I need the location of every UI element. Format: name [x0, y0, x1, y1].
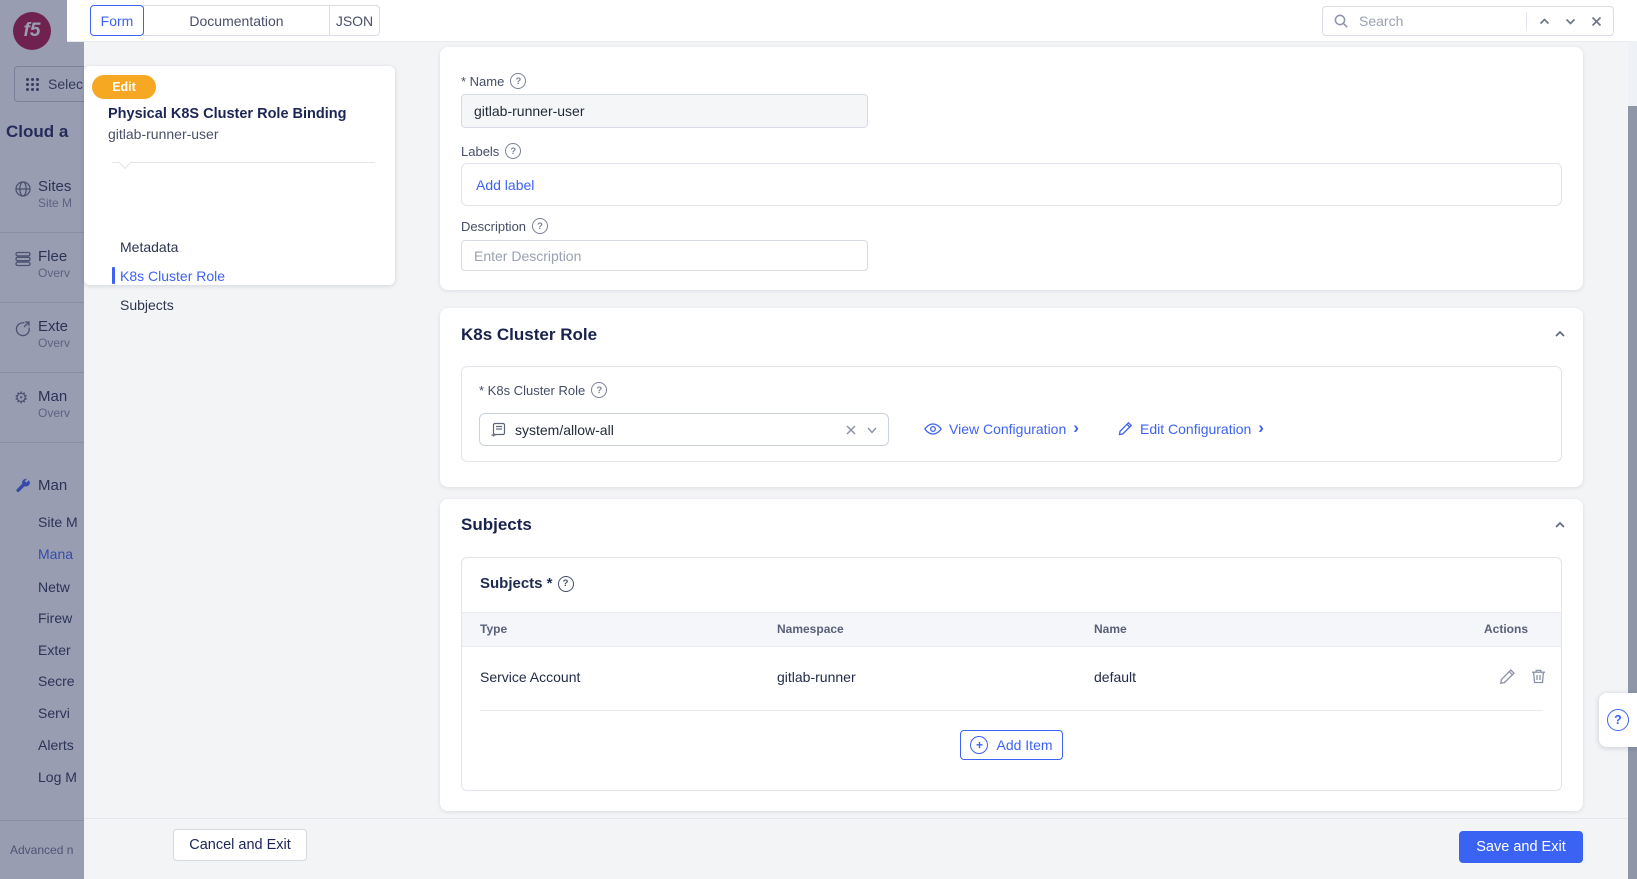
- chevron-down-icon[interactable]: [1561, 12, 1579, 30]
- chevron-down-icon[interactable]: [866, 424, 878, 436]
- labels-box: Add label: [461, 163, 1562, 206]
- pencil-icon: [1118, 421, 1133, 436]
- help-icon[interactable]: [510, 73, 527, 89]
- view-tabs: Form Documentation JSON: [90, 5, 380, 36]
- description-field-label: Description: [461, 218, 549, 234]
- edit-badge: Edit: [92, 75, 156, 99]
- clear-icon[interactable]: [845, 424, 857, 436]
- add-item-button[interactable]: Add Item: [960, 730, 1063, 760]
- cell-name: default: [1094, 669, 1137, 685]
- object-ref-icon: [491, 422, 506, 436]
- labels-field-label: Labels: [461, 143, 522, 159]
- tab-json[interactable]: JSON: [329, 5, 380, 36]
- view-configuration-label: View Configuration: [949, 420, 1067, 437]
- divider: [112, 162, 375, 163]
- stepper-item-metadata[interactable]: Metadata: [120, 239, 178, 255]
- stepper-item-subjects[interactable]: Subjects: [120, 297, 174, 313]
- close-icon[interactable]: [1587, 12, 1605, 30]
- row-divider: [480, 710, 1543, 711]
- footer-action-bar: [84, 818, 1628, 879]
- cluster-role-inner-box: * K8s Cluster Role system/allow-all View…: [461, 366, 1562, 462]
- app-root: f5 Selec Cloud a Sites Site M Flee Overv…: [0, 0, 1637, 879]
- help-icon[interactable]: [532, 218, 549, 234]
- eye-icon: [924, 422, 942, 435]
- help-icon[interactable]: [557, 575, 574, 592]
- find-bar: [1322, 6, 1614, 36]
- view-configuration-link[interactable]: View Configuration ›: [924, 418, 1079, 437]
- name-label-text: * Name: [461, 73, 505, 89]
- top-header: Form Documentation JSON: [67, 0, 1637, 42]
- edit-row-icon[interactable]: [1499, 668, 1516, 685]
- cluster-role-selected-value: system/allow-all: [515, 421, 614, 438]
- subjects-section-card: Subjects Subjects * Type Namespace Name …: [440, 499, 1583, 811]
- cluster-role-heading: K8s Cluster Role: [461, 325, 598, 344]
- col-name: Name: [1094, 622, 1127, 636]
- col-actions: Actions: [1484, 622, 1529, 636]
- add-label-link[interactable]: Add label: [476, 177, 534, 193]
- edit-configuration-link[interactable]: Edit Configuration ›: [1118, 418, 1264, 437]
- cluster-role-field-label: * K8s Cluster Role: [479, 382, 608, 398]
- col-type: Type: [480, 622, 508, 636]
- table-header-row: Type Namespace Name Actions: [462, 612, 1561, 647]
- collapse-chevron-icon[interactable]: [1553, 327, 1567, 341]
- name-field-label: * Name: [461, 73, 527, 89]
- chevron-right-icon: ›: [1258, 418, 1264, 437]
- table-row: Service Account gitlab-runner default: [462, 645, 1561, 710]
- cell-namespace: gitlab-runner: [777, 669, 856, 685]
- subjects-inner-card: Subjects * Type Namespace Name Actions S…: [461, 557, 1562, 791]
- cancel-button[interactable]: Cancel and Exit: [173, 829, 307, 861]
- help-icon[interactable]: [505, 143, 522, 159]
- metadata-section-card: * Name Labels Add label Description: [440, 47, 1583, 290]
- chevron-up-icon[interactable]: [1535, 12, 1553, 30]
- object-name-subtitle: gitlab-runner-user: [108, 126, 219, 142]
- collapse-chevron-icon[interactable]: [1553, 518, 1567, 532]
- col-namespace: Namespace: [777, 622, 844, 636]
- tab-form[interactable]: Form: [90, 5, 144, 36]
- object-type-title: Physical K8S Cluster Role Binding: [108, 106, 347, 122]
- edit-configuration-label: Edit Configuration: [1140, 420, 1252, 437]
- cluster-role-label-text: * K8s Cluster Role: [479, 382, 586, 398]
- stepper-item-cluster-role[interactable]: K8s Cluster Role: [120, 268, 225, 284]
- scrollbar-thumb[interactable]: [1628, 106, 1637, 879]
- labels-label-text: Labels: [461, 143, 500, 159]
- add-item-label: Add Item: [996, 737, 1053, 753]
- cluster-role-select[interactable]: system/allow-all: [479, 413, 889, 446]
- active-step-indicator: [112, 267, 115, 284]
- help-question-icon: ?: [1607, 709, 1629, 731]
- chevron-right-icon: ›: [1073, 418, 1079, 437]
- description-label-text: Description: [461, 218, 527, 234]
- subjects-list-label: Subjects *: [480, 575, 574, 592]
- search-icon: [1334, 14, 1348, 28]
- help-icon[interactable]: [591, 382, 608, 398]
- divider-caret: [117, 154, 133, 170]
- divider: [1526, 12, 1527, 30]
- help-widget[interactable]: ?: [1599, 693, 1637, 747]
- cell-type: Service Account: [480, 669, 581, 685]
- name-input[interactable]: [461, 94, 868, 128]
- subjects-heading: Subjects: [461, 515, 532, 534]
- search-input[interactable]: [1357, 12, 1518, 30]
- tab-documentation[interactable]: Documentation: [143, 5, 330, 36]
- cluster-role-section-card: K8s Cluster Role * K8s Cluster Role syst…: [440, 308, 1583, 487]
- plus-circle-icon: [970, 736, 989, 754]
- save-button[interactable]: Save and Exit: [1459, 831, 1583, 863]
- subjects-list-label-text: Subjects *: [480, 575, 553, 592]
- form-stepper-panel: Edit Physical K8S Cluster Role Binding g…: [84, 66, 395, 313]
- description-input[interactable]: [461, 240, 868, 271]
- delete-row-icon[interactable]: [1530, 668, 1547, 685]
